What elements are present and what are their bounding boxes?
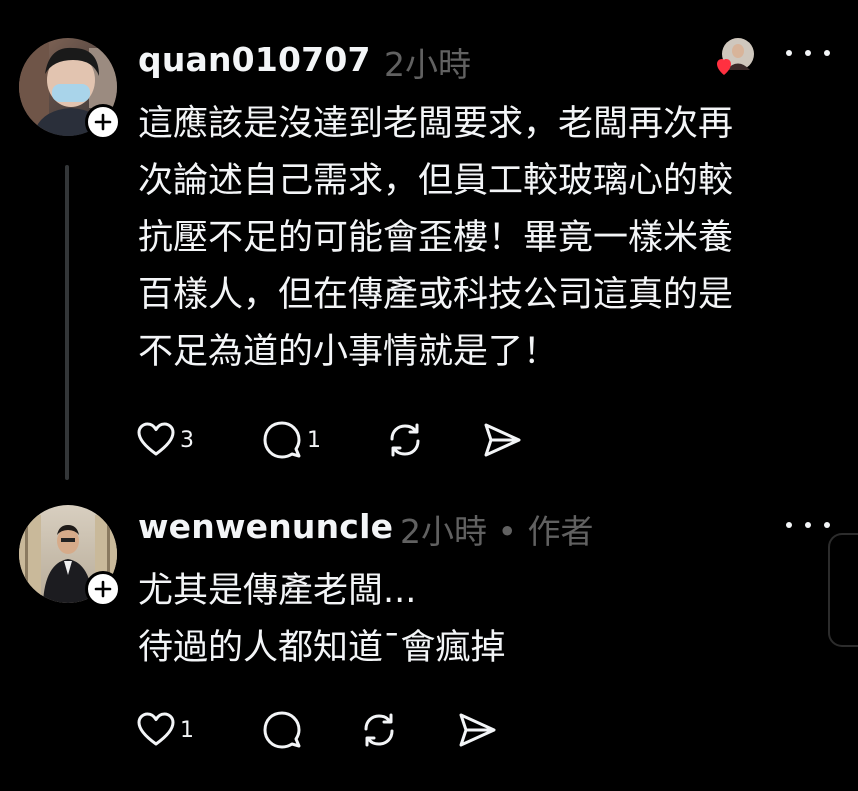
- more-options-button[interactable]: [786, 43, 830, 63]
- share-button[interactable]: [456, 708, 498, 752]
- repost-icon: [364, 713, 394, 747]
- more-options-button[interactable]: [786, 515, 830, 535]
- comment-body: 這應該是沒達到老闆要求，老闆再次再 次論述自己需求，但員工較玻璃心的較 抗壓不足…: [138, 96, 733, 381]
- author-tag: • 作者: [497, 512, 594, 551]
- threads-comment-view: quan010707 2小時 這應該是沒達到老闆要求，老闆再次再 次論述自己需求…: [0, 0, 858, 791]
- repost-icon: [390, 423, 420, 457]
- heart-icon: [717, 59, 731, 75]
- comment-line: 待過的人都知道ˉ會瘋掉: [138, 628, 506, 668]
- heart-icon: [137, 712, 175, 746]
- comment-line: 抗壓不足的可能會歪樓！畢竟一樣米養: [138, 218, 734, 258]
- action-bar: 3 1: [136, 418, 536, 462]
- comment-line: 不足為道的小事情就是了！: [138, 332, 559, 372]
- timestamp: 2小時: [384, 38, 471, 86]
- more-icon: [786, 522, 792, 528]
- like-count: 3: [180, 427, 194, 453]
- plus-icon: [94, 113, 112, 131]
- repost-button[interactable]: [358, 708, 400, 752]
- share-button[interactable]: [481, 418, 523, 462]
- repost-button[interactable]: [384, 418, 426, 462]
- reply-count: 1: [307, 427, 321, 453]
- heart-icon: [137, 422, 175, 456]
- plus-icon: [94, 580, 112, 598]
- follow-plus-button[interactable]: [85, 571, 121, 607]
- share-icon: [484, 423, 521, 457]
- username[interactable]: quan010707: [138, 40, 371, 79]
- username[interactable]: wenwenuncle: [138, 507, 393, 546]
- timestamp: 2小時 • 作者: [400, 505, 593, 553]
- reply-button[interactable]: 1: [261, 418, 321, 462]
- side-panel-handle[interactable]: [828, 533, 858, 647]
- comment-line: 這應該是沒達到老闆要求，老闆再次再: [138, 104, 734, 144]
- time-label: 2小時: [400, 512, 487, 551]
- thread-line: [65, 165, 69, 480]
- like-count: 1: [180, 717, 194, 743]
- comment-icon: [263, 711, 301, 749]
- reply-button[interactable]: [261, 708, 303, 752]
- liked-by-author-indicator: [716, 37, 754, 75]
- more-icon: [786, 50, 792, 56]
- comment-icon: [263, 421, 301, 459]
- action-bar: 1: [136, 708, 536, 752]
- comment-card: wenwenuncle 2小時 • 作者 尤其是傳產老闆... 待過的人都知道ˉ…: [0, 490, 858, 791]
- share-icon: [459, 713, 496, 747]
- time-label: 2小時: [384, 45, 471, 84]
- like-button[interactable]: 3: [136, 418, 194, 462]
- comment-card: quan010707 2小時 這應該是沒達到老闆要求，老闆再次再 次論述自己需求…: [0, 0, 858, 490]
- comment-line: 次論述自己需求，但員工較玻璃心的較: [138, 161, 734, 201]
- follow-plus-button[interactable]: [85, 104, 121, 140]
- like-button[interactable]: 1: [136, 708, 194, 752]
- comment-line: 百樣人，但在傳產或科技公司這真的是: [138, 275, 734, 315]
- comment-body: 尤其是傳產老闆... 待過的人都知道ˉ會瘋掉: [138, 563, 506, 677]
- comment-line: 尤其是傳產老闆...: [138, 571, 417, 611]
